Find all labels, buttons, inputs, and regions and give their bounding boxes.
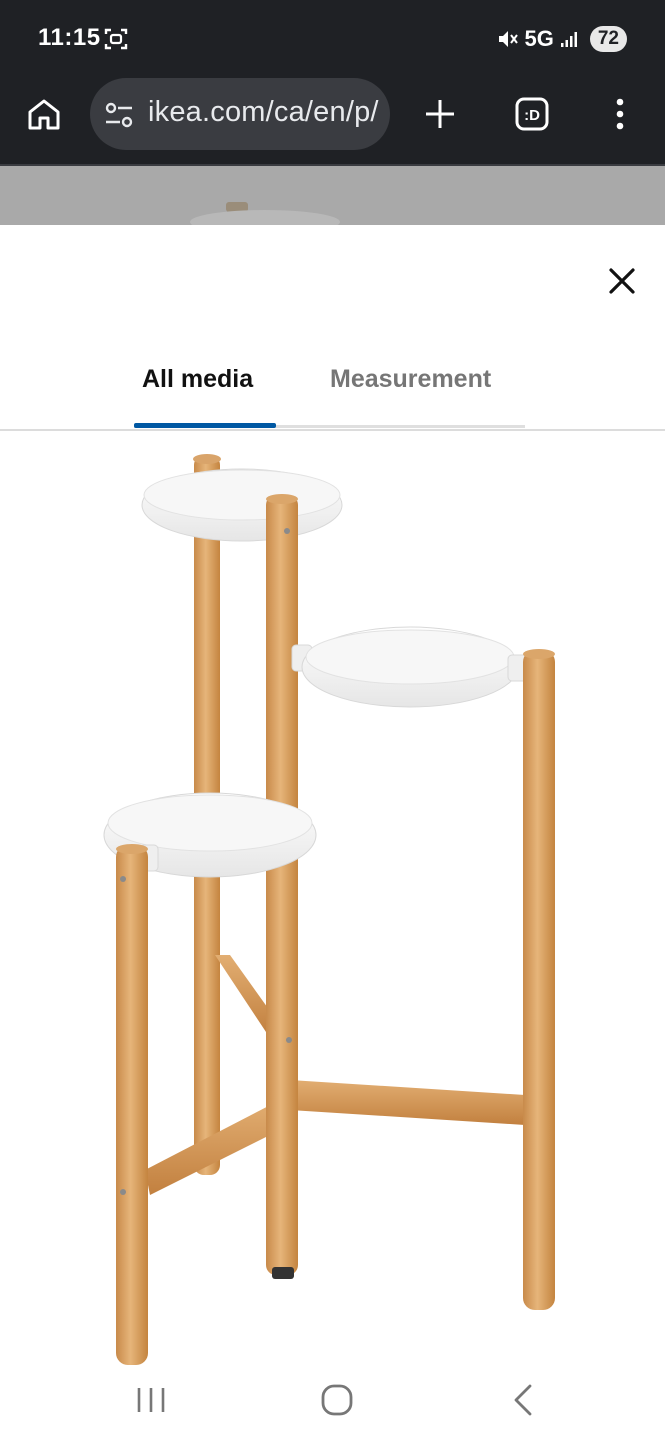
screen-capture-icon [104,28,128,50]
recents-button[interactable] [134,1383,168,1417]
nav-home-button[interactable] [318,1381,356,1419]
site-settings-icon[interactable] [104,100,134,130]
status-bar: 11:15 5G 72 [0,0,665,78]
product-image[interactable] [0,435,665,1365]
recents-icon [137,1388,165,1412]
close-button[interactable] [604,263,640,299]
active-tab-indicator [134,423,276,428]
back-icon [514,1384,532,1416]
back-button[interactable] [508,1381,538,1419]
home-icon [28,99,60,130]
home-button[interactable] [22,92,66,136]
browser-toolbar: ikea.com/ca/en/p/ :D [0,78,665,165]
url-text: ikea.com/ca/en/p/ [148,96,379,128]
new-tab-icon [426,100,454,128]
close-icon [609,268,635,294]
battery-level: 72 [589,26,627,52]
mute-icon [498,31,518,47]
new-tab-button[interactable] [418,92,462,136]
more-menu-icon [616,98,624,130]
status-indicators: 5G 72 [497,24,627,54]
tab-switcher-button[interactable]: :D [510,92,554,136]
backdrop-product-image [190,202,340,225]
tab-all-media[interactable]: All media [142,365,253,394]
more-menu-button[interactable] [598,92,642,136]
signal-icon [560,32,577,47]
page-backdrop [0,166,665,225]
home-icon [321,1384,353,1416]
media-viewer-sheet: All media Measurement [0,225,665,1365]
status-time: 11:15 [38,24,101,51]
system-navigation-bar [0,1365,665,1440]
tab-switcher-icon: :D [515,97,549,131]
network-type: 5G [524,26,554,51]
tabs-divider [0,429,665,431]
svg-text::D: :D [524,107,540,124]
tab-measurement[interactable]: Measurement [330,365,491,394]
address-bar[interactable]: ikea.com/ca/en/p/ [90,78,390,150]
